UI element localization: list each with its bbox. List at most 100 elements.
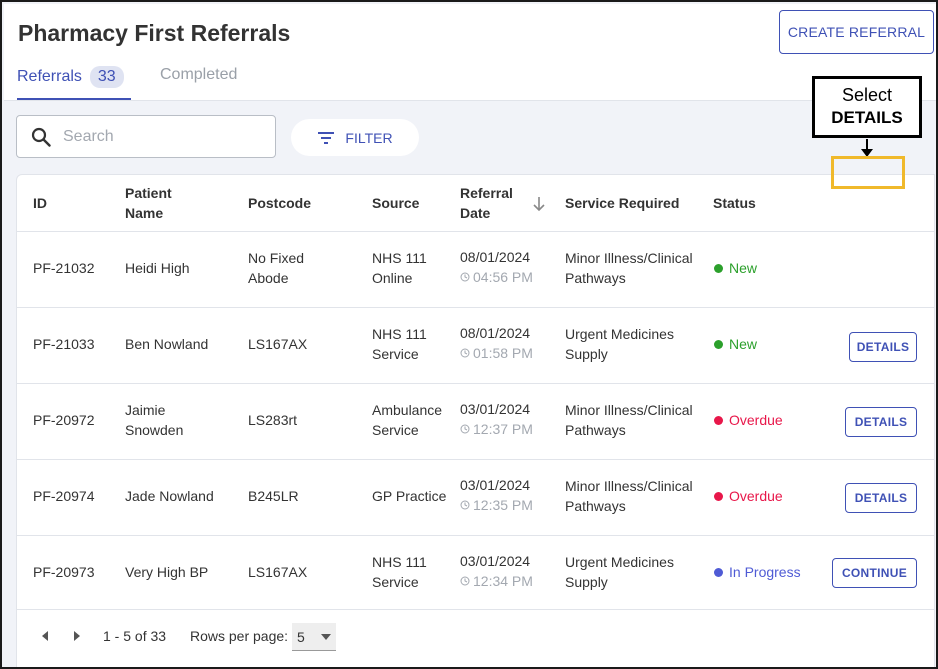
row-date: 03/01/2024 [460,477,531,493]
row-service-line2: Supply [565,574,608,590]
status-dot-icon [714,567,723,577]
row-id: PF-20974 [33,488,95,504]
table-row[interactable]: PF-20973 Very High BP LS167AX NHS 111 Se… [17,536,934,610]
status-text: New [729,260,758,276]
row-service: Minor Illness/Clinical Pathways [565,400,693,440]
row-service-line2: Pathways [565,498,626,514]
row-postcode: B245LR [248,488,299,504]
row-id: PF-21032 [33,260,95,276]
row-id: PF-20973 [33,564,95,580]
row-source-line2: Service [372,574,419,590]
rows-per-page-label: Rows per page: [190,628,289,644]
table-row[interactable]: PF-21033 Ben Nowland LS167AX NHS 111 Ser… [17,308,934,384]
app-frame: Pharmacy First Referrals CREATE REFERRAL… [0,0,938,669]
search-box[interactable] [16,115,276,158]
col-service-required[interactable]: Service Required [565,193,679,213]
row-postcode: LS167AX [248,336,308,352]
filter-label: FILTER [345,129,393,146]
clock-icon [460,348,470,358]
row-postcode: LS283rt [248,412,298,428]
row-time-text: 01:58 PM [473,345,533,361]
row-source-line1: Ambulance [372,402,443,418]
row-service-line1: Minor Illness/Clinical [565,402,693,418]
caret-down-icon [321,634,331,640]
sort-arrow-down-icon[interactable] [532,196,546,212]
table-row[interactable]: PF-20972 Jaimie Snowden LS283rt Ambulanc… [17,384,934,460]
next-page-button[interactable] [73,631,81,641]
chevron-left-icon [42,631,48,641]
row-time: 12:37 PM [460,419,533,439]
search-input[interactable] [63,127,253,146]
tab-referrals[interactable]: Referrals 33 [17,66,124,88]
col-postcode[interactable]: Postcode [248,193,311,213]
row-postcode-line1: No Fixed [248,250,305,266]
row-patient-name: Jade Nowland [125,488,214,504]
prev-page-button[interactable] [41,631,49,641]
row-source-line2: Online [372,270,413,286]
row-name-line1: Jaimie [125,402,166,418]
referrals-count-badge: 33 [89,66,124,88]
continue-button[interactable]: CONTINUE [832,558,917,588]
row-service: Minor Illness/Clinical Pathways [565,248,693,288]
row-time-text: 04:56 PM [473,269,533,285]
create-referral-button[interactable]: CREATE REFERRAL [779,10,934,54]
row-source-line2: Service [372,422,419,438]
row-postcode: No Fixed Abode [248,248,304,288]
status-badge: Overdue [714,486,783,506]
row-source: NHS 111 Online [372,248,427,288]
details-button[interactable]: DETAILS [845,407,917,437]
rows-per-page-select[interactable]: 5 [292,623,336,651]
row-date: 03/01/2024 [460,553,531,569]
row-postcode: LS167AX [248,564,308,580]
row-service: Urgent Medicines Supply [565,552,674,592]
status-text: Overdue [729,412,783,428]
active-tab-indicator [17,98,131,100]
col-referral-date[interactable]: Referral Date [460,183,513,223]
row-service: Minor Illness/Clinical Pathways [565,476,693,516]
status-text: New [729,336,758,352]
row-id: PF-20972 [33,412,95,428]
row-service-line1: Minor Illness/Clinical [565,250,693,266]
row-source: GP Practice [372,488,447,504]
row-id: PF-21033 [33,336,95,352]
table-header: ID Patient Name Postcode Source Referral… [17,175,934,232]
row-service-line1: Minor Illness/Clinical [565,478,693,494]
page-title: Pharmacy First Referrals [18,20,291,46]
table-row[interactable]: PF-21032 Heidi High No Fixed Abode NHS 1… [17,232,934,308]
row-time: 12:34 PM [460,571,533,591]
row-service-line2: Pathways [565,422,626,438]
col-patient-name[interactable]: Patient Name [125,183,172,223]
col-source[interactable]: Source [372,193,419,213]
status-dot-icon [714,339,723,349]
row-time: 04:56 PM [460,267,533,287]
filter-icon [318,131,335,144]
row-service: Urgent Medicines Supply [565,324,674,364]
referrals-table: ID Patient Name Postcode Source Referral… [16,174,935,667]
table-row[interactable]: PF-20974 Jade Nowland B245LR GP Practice… [17,460,934,536]
row-source-line1: NHS 111 [372,326,427,342]
row-name-line2: Snowden [125,422,184,438]
row-source: NHS 111 Service [372,324,427,364]
col-status[interactable]: Status [713,193,756,213]
row-source-line1: NHS 111 [372,554,427,570]
clock-icon [460,424,470,434]
status-dot-icon [714,491,723,501]
status-text: Overdue [729,488,783,504]
status-dot-icon [714,415,723,425]
row-referral-date: 08/01/2024 04:56 PM [460,247,533,287]
col-patient-line1: Patient [125,185,172,201]
details-button[interactable]: DETAILS [845,483,917,513]
status-dot-icon [714,263,723,273]
tab-completed-label: Completed [160,66,238,83]
tab-referrals-label: Referrals [17,68,82,85]
filter-button[interactable]: FILTER [291,119,419,156]
details-button[interactable]: DETAILS [849,332,917,362]
row-service-line2: Pathways [565,270,626,286]
select-details-callout: Select DETAILS [812,76,922,138]
details-highlight-box [831,156,905,189]
col-id: ID [33,195,47,211]
row-time: 01:58 PM [460,343,533,363]
row-patient-name: Jaimie Snowden [125,400,183,440]
callout-arrow-icon [861,139,873,157]
tab-completed[interactable]: Completed [160,66,237,84]
